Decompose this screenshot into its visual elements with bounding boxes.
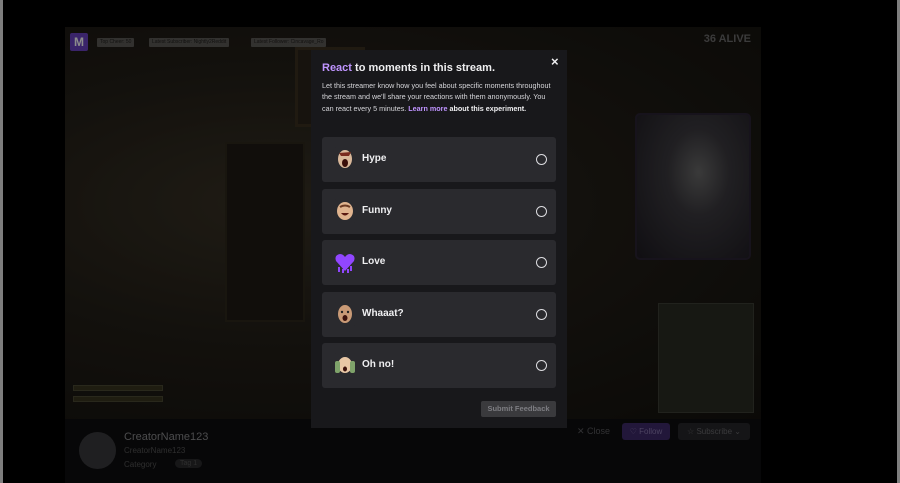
option-label: Love	[362, 256, 386, 267]
submit-feedback-button[interactable]: Submit Feedback	[481, 401, 556, 417]
reaction-option-hype[interactable]: Hype	[322, 137, 556, 182]
option-label: Whaaat?	[362, 308, 404, 319]
funny-emote-icon	[333, 199, 357, 223]
love-emote-icon	[333, 250, 357, 274]
reaction-option-whaaat[interactable]: Whaaat?	[322, 292, 556, 337]
hype-emote-icon	[333, 147, 357, 171]
option-label: Oh no!	[362, 359, 395, 370]
radio-button[interactable]	[536, 257, 547, 268]
description-about: about this experiment.	[447, 103, 527, 113]
option-label: Hype	[362, 153, 387, 164]
radio-button[interactable]	[536, 360, 547, 371]
radio-button[interactable]	[536, 206, 547, 217]
radio-button[interactable]	[536, 154, 547, 165]
reaction-option-oh-no[interactable]: Oh no!	[322, 343, 556, 388]
modal-title-rest: to moments in this stream.	[351, 62, 495, 74]
close-icon[interactable]: ×	[551, 54, 559, 69]
whaaat-emote-icon	[333, 302, 357, 326]
option-label: Funny	[362, 205, 392, 216]
radio-button[interactable]	[536, 309, 547, 320]
modal-title: React to moments in this stream.	[322, 62, 495, 74]
reaction-option-funny[interactable]: Funny	[322, 189, 556, 234]
reaction-option-love[interactable]: Love	[322, 240, 556, 285]
modal-description: Let this streamer know how you feel abou…	[322, 80, 558, 114]
learn-more-link[interactable]: Learn more	[408, 104, 447, 113]
modal-title-accent: React	[322, 62, 352, 74]
oh-no-emote-icon	[333, 353, 357, 377]
reaction-modal: React to moments in this stream. × Let t…	[311, 50, 567, 428]
